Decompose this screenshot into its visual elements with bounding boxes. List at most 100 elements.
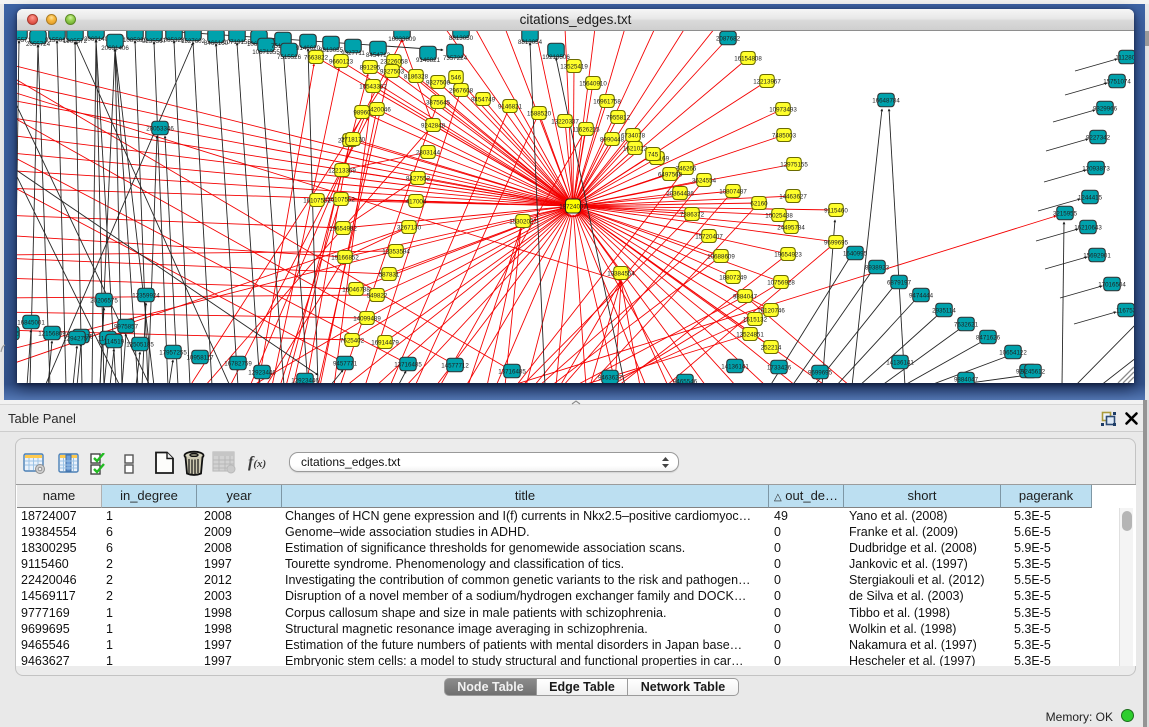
svg-text:116753: 116753 <box>1116 307 1134 314</box>
svg-text:16648784: 16648784 <box>872 97 900 104</box>
svg-text:3624554: 3624554 <box>692 177 717 184</box>
svg-text:10756928: 10756928 <box>767 279 795 286</box>
svg-text:13716485: 13716485 <box>394 361 422 368</box>
svg-text:252214: 252214 <box>761 344 782 351</box>
svg-text:8454749: 8454749 <box>471 96 496 103</box>
svg-text:10654122: 10654122 <box>999 349 1027 356</box>
svg-text:12213369: 12213369 <box>328 167 356 174</box>
svg-text:9146821: 9146821 <box>498 103 523 110</box>
svg-text:12505185: 12505185 <box>126 341 154 348</box>
svg-text:7515526: 7515526 <box>277 54 302 61</box>
svg-text:1588520: 1588520 <box>527 110 552 117</box>
svg-text:12923446: 12923446 <box>291 377 319 383</box>
svg-text:16914479: 16914479 <box>371 339 399 346</box>
svg-text:98960: 98960 <box>353 109 371 116</box>
svg-text:7357224: 7357224 <box>443 55 468 62</box>
svg-text:9465546: 9465546 <box>673 378 698 383</box>
svg-text:9327503: 9327503 <box>380 68 405 75</box>
svg-text:7625402: 7625402 <box>340 337 365 344</box>
svg-text:2087682: 2087682 <box>716 35 741 42</box>
svg-text:8471626: 8471626 <box>976 334 1001 341</box>
svg-text:1640995: 1640995 <box>843 250 868 257</box>
svg-text:9699695: 9699695 <box>808 369 833 376</box>
svg-text:1527602: 1527602 <box>181 38 206 45</box>
svg-text:16107552: 16107552 <box>303 197 331 204</box>
svg-text:7955812: 7955812 <box>606 114 631 121</box>
svg-text:7663822: 7663822 <box>304 54 329 61</box>
svg-text:8938923: 8938923 <box>865 264 890 271</box>
svg-text:9227342: 9227342 <box>1086 134 1111 141</box>
svg-text:1733426: 1733426 <box>767 364 792 371</box>
svg-text:9242848: 9242848 <box>421 122 446 129</box>
svg-text:15720407: 15720407 <box>695 233 723 240</box>
svg-text:8813054: 8813054 <box>518 39 543 46</box>
svg-text:2803144: 2803144 <box>416 149 441 156</box>
svg-text:745: 745 <box>648 151 659 158</box>
svg-text:7632621: 7632621 <box>954 321 979 328</box>
svg-text:16845001: 16845001 <box>17 319 45 326</box>
svg-text:12213967: 12213967 <box>753 78 781 85</box>
svg-text:7386372: 7386372 <box>680 211 705 218</box>
svg-text:11626215: 11626215 <box>572 126 600 133</box>
svg-text:20691406: 20691406 <box>101 45 129 52</box>
svg-text:891295: 891295 <box>360 64 381 71</box>
svg-text:10958117: 10958117 <box>186 354 214 361</box>
svg-text:1621022: 1621022 <box>623 145 648 152</box>
svg-text:15640910: 15640910 <box>579 80 607 87</box>
svg-text:19654923: 19654923 <box>774 251 802 258</box>
svg-text:2718170: 2718170 <box>341 136 366 143</box>
svg-text:6879197: 6879197 <box>887 279 912 286</box>
svg-text:9884047: 9884047 <box>733 293 758 300</box>
svg-text:546: 546 <box>451 74 462 81</box>
svg-text:9660123: 9660123 <box>329 58 354 65</box>
svg-text:12923446: 12923446 <box>248 369 276 376</box>
svg-text:13220337: 13220337 <box>551 118 579 125</box>
svg-text:3875645: 3875645 <box>426 99 451 106</box>
svg-text:6734078: 6734078 <box>621 132 646 139</box>
svg-text:3267130: 3267130 <box>397 224 422 231</box>
svg-text:1615132: 1615132 <box>743 316 768 323</box>
svg-text:17957255: 17957255 <box>159 349 187 356</box>
svg-text:19166852: 19166852 <box>331 254 359 261</box>
svg-text:16543362: 16543362 <box>359 83 387 90</box>
svg-text:14136141: 14136141 <box>721 363 749 370</box>
svg-text:16154808: 16154808 <box>734 55 762 62</box>
svg-text:8427552: 8427552 <box>406 175 431 182</box>
svg-text:10973493: 10973493 <box>769 106 797 113</box>
svg-text:1112803: 1112803 <box>1115 54 1134 61</box>
svg-text:9115460: 9115460 <box>824 207 848 214</box>
svg-text:17016504: 17016504 <box>1098 281 1126 288</box>
svg-text:2967608: 2967608 <box>449 87 474 94</box>
svg-text:12156809: 12156809 <box>38 330 66 337</box>
svg-text:20206575: 20206575 <box>90 297 118 304</box>
svg-text:7485003: 7485003 <box>772 132 797 139</box>
svg-text:14463627: 14463627 <box>779 193 807 200</box>
svg-text:12975155: 12975155 <box>780 161 808 168</box>
svg-text:9329966: 9329966 <box>1093 105 1118 112</box>
svg-text:18724007: 18724007 <box>559 203 587 210</box>
svg-text:16782759: 16782759 <box>224 360 252 367</box>
svg-text:18807249: 18807249 <box>719 274 747 281</box>
svg-text:19654982: 19654982 <box>329 225 357 232</box>
svg-text:14136141: 14136141 <box>886 359 914 366</box>
svg-text:24495784: 24495784 <box>777 224 805 231</box>
svg-text:549822: 549822 <box>367 292 388 299</box>
svg-text:12093873: 12093873 <box>1082 165 1110 172</box>
svg-text:6497568: 6497568 <box>658 171 683 178</box>
svg-text:15751074: 15751074 <box>1103 78 1131 85</box>
svg-text:16033809: 16033809 <box>388 36 416 43</box>
svg-text:8186328: 8186328 <box>404 73 429 80</box>
svg-text:3215955: 3215955 <box>1053 210 1078 217</box>
svg-text:13525419: 13525419 <box>560 63 588 70</box>
svg-text:2935114: 2935114 <box>932 307 956 314</box>
svg-text:9457771: 9457771 <box>333 360 358 367</box>
svg-text:9474444: 9474444 <box>909 292 934 299</box>
svg-text:19218506: 19218506 <box>542 54 570 61</box>
svg-text:16961758: 16961758 <box>593 98 621 105</box>
svg-text:14099489: 14099489 <box>353 315 381 322</box>
svg-text:13716485: 13716485 <box>498 368 526 375</box>
svg-text:8813050: 8813050 <box>449 35 474 42</box>
svg-text:10688609: 10688609 <box>707 253 735 260</box>
svg-text:10025438: 10025438 <box>765 212 793 219</box>
svg-text:1244415: 1244415 <box>1078 194 1103 201</box>
